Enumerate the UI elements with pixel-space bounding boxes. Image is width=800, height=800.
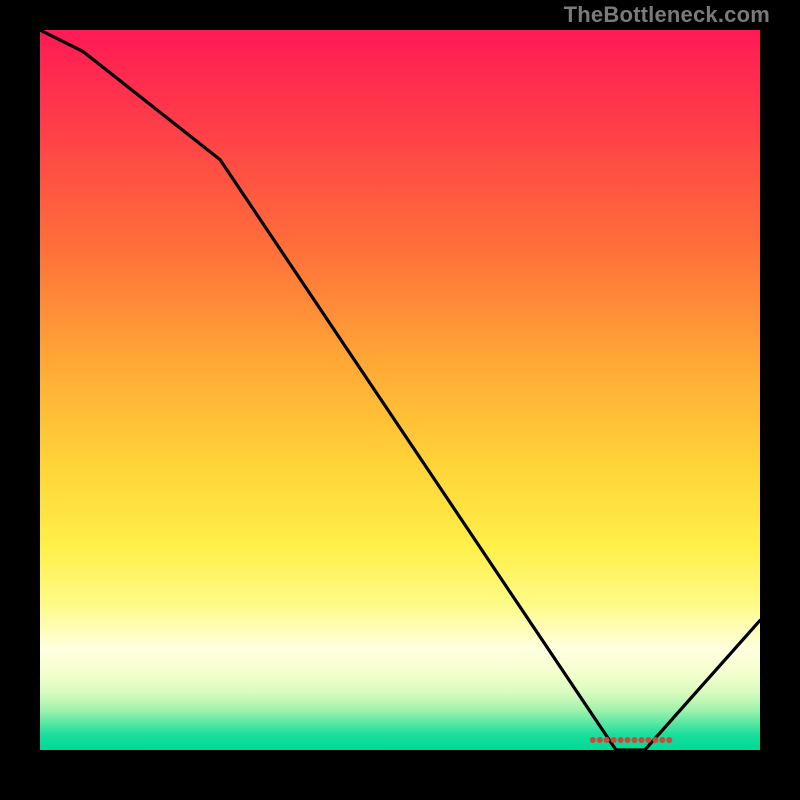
bottleneck-curve-line	[40, 30, 760, 750]
optimal-zone-marker: ●●●●●●●●●●●●	[589, 731, 672, 747]
attribution-text: TheBottleneck.com	[564, 2, 770, 28]
chart-svg	[40, 30, 760, 750]
chart-plot-area: ●●●●●●●●●●●●	[40, 30, 760, 750]
